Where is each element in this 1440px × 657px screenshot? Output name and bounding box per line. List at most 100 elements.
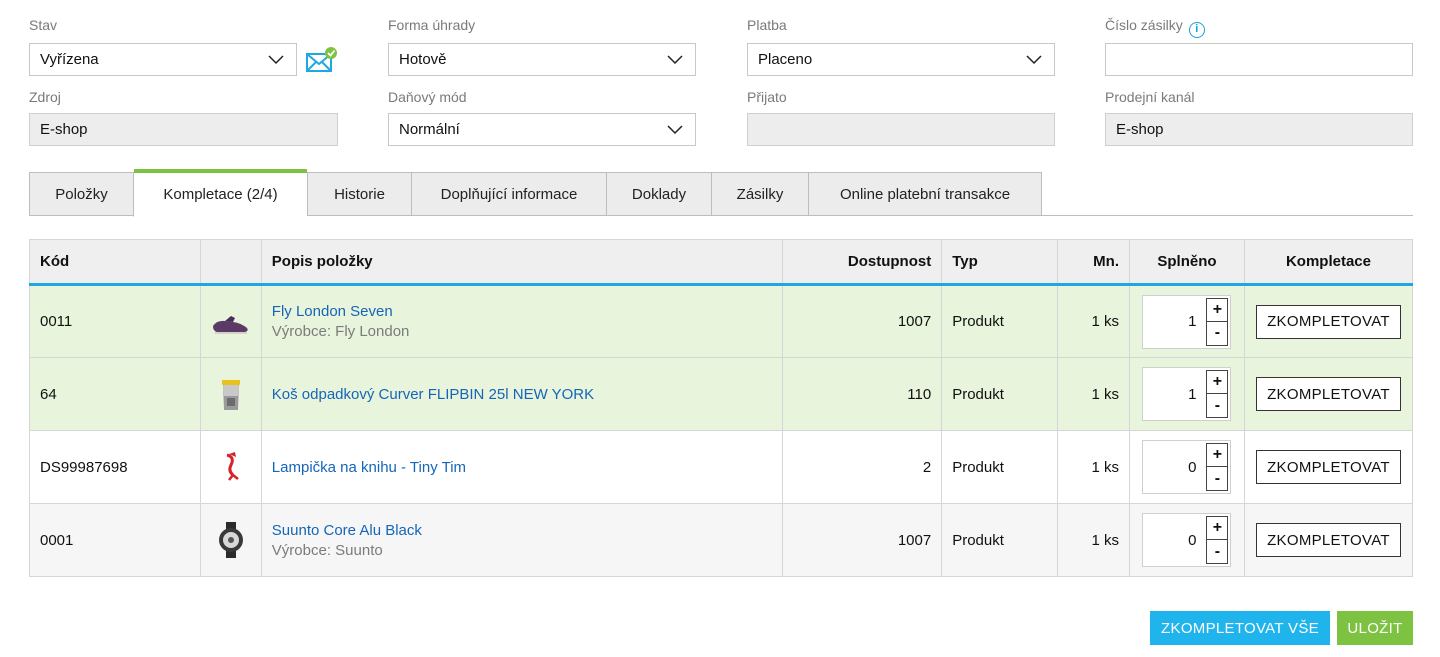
shoe-icon bbox=[212, 315, 248, 334]
col-dostupnost[interactable]: Dostupnost bbox=[782, 239, 943, 286]
forma-uhrady-value: Hotově bbox=[399, 51, 447, 68]
item-link[interactable]: Suunto Core Alu Black bbox=[272, 522, 773, 539]
item-type: Produkt bbox=[941, 430, 1059, 504]
prijato-label: Přijato bbox=[747, 89, 787, 105]
col-mn[interactable]: Mn. bbox=[1057, 239, 1130, 286]
kompletace-table: Kód Popis položky Dostupnost Typ Mn. Spl… bbox=[29, 239, 1414, 577]
complete-button[interactable]: ZKOMPLETOVAT bbox=[1256, 523, 1401, 557]
danovy-mod-select[interactable]: Normální bbox=[388, 113, 696, 146]
cislo-zasilky-label-text: Číslo zásilky bbox=[1105, 17, 1183, 33]
tab-historie[interactable]: Historie bbox=[307, 172, 411, 216]
decrement-button[interactable]: - bbox=[1206, 321, 1229, 346]
item-code: 0011 bbox=[29, 284, 201, 358]
mail-check-icon[interactable] bbox=[306, 46, 338, 74]
tab-polozky[interactable]: Položky bbox=[29, 172, 133, 216]
tab-doplnujici-informace[interactable]: Doplňující informace bbox=[411, 172, 606, 216]
stepper-value[interactable]: 1 bbox=[1142, 367, 1207, 421]
item-code: DS99987698 bbox=[29, 430, 201, 504]
stav-select[interactable]: Vyřízena bbox=[29, 43, 297, 76]
increment-button[interactable]: + bbox=[1206, 297, 1229, 322]
increment-button[interactable]: + bbox=[1206, 370, 1229, 394]
col-popis[interactable]: Popis položky bbox=[261, 239, 784, 286]
platba-label: Platba bbox=[747, 17, 787, 33]
item-action-cell: ZKOMPLETOVAT bbox=[1244, 284, 1414, 358]
complete-all-button[interactable]: ZKOMPLETOVAT VŠE bbox=[1150, 611, 1330, 645]
stav-value: Vyřízena bbox=[40, 51, 99, 68]
table-row: 0001 Suunto Core Alu Black Výrobce: Suun… bbox=[29, 503, 1414, 577]
stepper-value[interactable]: 1 bbox=[1142, 294, 1207, 349]
item-qty: 1 ks bbox=[1057, 430, 1130, 504]
stav-label: Stav bbox=[29, 17, 58, 33]
item-action-cell: ZKOMPLETOVAT bbox=[1244, 430, 1414, 504]
quantity-stepper[interactable]: 1 + - bbox=[1142, 294, 1232, 349]
chevron-down-icon bbox=[667, 125, 683, 135]
table-row: 0011 Fly London Seven Výrobce: Fly Londo… bbox=[29, 284, 1414, 358]
forma-uhrady-select[interactable]: Hotově bbox=[388, 43, 696, 76]
item-link[interactable]: Koš odpadkový Curver FLIPBIN 25l NEW YOR… bbox=[272, 386, 773, 403]
tab-zasilky[interactable]: Zásilky bbox=[711, 172, 808, 216]
item-code: 0001 bbox=[29, 503, 201, 577]
zdroj-label: Zdroj bbox=[29, 89, 61, 105]
col-splneno[interactable]: Splněno bbox=[1129, 239, 1245, 286]
decrement-button[interactable]: - bbox=[1206, 394, 1229, 418]
platba-value: Placeno bbox=[758, 51, 813, 68]
tab-bar: Položky Kompletace (2/4) Historie Doplňu… bbox=[29, 169, 1413, 217]
info-icon[interactable]: i bbox=[1188, 22, 1205, 38]
item-action-cell: ZKOMPLETOVAT bbox=[1244, 357, 1414, 431]
trash-bin-icon bbox=[221, 380, 240, 410]
stepper-value[interactable]: 0 bbox=[1142, 440, 1207, 494]
stepper-value[interactable]: 0 bbox=[1142, 513, 1207, 567]
item-thumbnail bbox=[200, 284, 262, 358]
stepper-buttons: + - bbox=[1206, 367, 1232, 421]
item-done-cell: 1 + - bbox=[1129, 284, 1245, 358]
prijato-field bbox=[747, 113, 1055, 146]
quantity-stepper[interactable]: 0 + - bbox=[1142, 513, 1232, 567]
decrement-button[interactable]: - bbox=[1206, 467, 1229, 491]
cislo-zasilky-label: Číslo zásilky i bbox=[1105, 17, 1205, 38]
quantity-stepper[interactable]: 0 + - bbox=[1142, 440, 1232, 494]
complete-button[interactable]: ZKOMPLETOVAT bbox=[1256, 450, 1401, 484]
item-description: Suunto Core Alu Black Výrobce: Suunto bbox=[261, 503, 784, 577]
item-thumbnail bbox=[200, 357, 262, 431]
complete-button[interactable]: ZKOMPLETOVAT bbox=[1256, 377, 1401, 411]
tab-online-platebni-transakce[interactable]: Online platební transakce bbox=[808, 172, 1042, 216]
item-description: Fly London Seven Výrobce: Fly London bbox=[261, 284, 784, 358]
col-kompletace[interactable]: Kompletace bbox=[1244, 239, 1414, 286]
tab-doklady[interactable]: Doklady bbox=[606, 172, 711, 216]
watch-icon bbox=[218, 522, 243, 558]
platba-select[interactable]: Placeno bbox=[747, 43, 1055, 76]
complete-button[interactable]: ZKOMPLETOVAT bbox=[1256, 304, 1401, 339]
item-description: Koš odpadkový Curver FLIPBIN 25l NEW YOR… bbox=[261, 357, 784, 431]
stepper-buttons: + - bbox=[1206, 513, 1232, 567]
item-availability: 1007 bbox=[782, 284, 943, 358]
item-maker: Výrobce: Suunto bbox=[271, 541, 383, 559]
item-action-cell: ZKOMPLETOVAT bbox=[1244, 503, 1414, 577]
item-qty: 1 ks bbox=[1057, 284, 1130, 358]
tab-kompletace[interactable]: Kompletace (2/4) bbox=[133, 169, 307, 217]
chevron-down-icon bbox=[1026, 55, 1042, 65]
col-kod[interactable]: Kód bbox=[29, 239, 201, 286]
item-done-cell: 0 + - bbox=[1129, 503, 1245, 577]
item-link[interactable]: Lampička na knihu - Tiny Tim bbox=[272, 459, 773, 476]
prodejni-kanal-label: Prodejní kanál bbox=[1105, 89, 1195, 105]
item-type: Produkt bbox=[941, 357, 1059, 431]
prodejni-kanal-field: E-shop bbox=[1105, 113, 1413, 146]
save-button[interactable]: ULOŽIT bbox=[1337, 611, 1413, 645]
table-row: DS99987698 Lampička na knihu - Tiny Tim … bbox=[29, 430, 1414, 504]
cislo-zasilky-input[interactable] bbox=[1105, 43, 1413, 76]
item-qty: 1 ks bbox=[1057, 503, 1130, 577]
item-done-cell: 0 + - bbox=[1129, 430, 1245, 504]
table-row: 64 Koš odpadkový Curver FLIPBIN 25l NEW … bbox=[29, 357, 1414, 431]
stepper-buttons: + - bbox=[1206, 294, 1232, 349]
quantity-stepper[interactable]: 1 + - bbox=[1142, 367, 1232, 421]
item-done-cell: 1 + - bbox=[1129, 357, 1245, 431]
item-description: Lampička na knihu - Tiny Tim bbox=[261, 430, 784, 504]
zdroj-value: E-shop bbox=[40, 121, 88, 138]
increment-button[interactable]: + bbox=[1206, 516, 1229, 540]
zdroj-field: E-shop bbox=[29, 113, 338, 146]
table-header: Kód Popis položky Dostupnost Typ Mn. Spl… bbox=[29, 239, 1414, 286]
col-typ[interactable]: Typ bbox=[941, 239, 1059, 286]
increment-button[interactable]: + bbox=[1206, 443, 1229, 467]
decrement-button[interactable]: - bbox=[1206, 540, 1229, 564]
item-link[interactable]: Fly London Seven bbox=[272, 303, 773, 320]
